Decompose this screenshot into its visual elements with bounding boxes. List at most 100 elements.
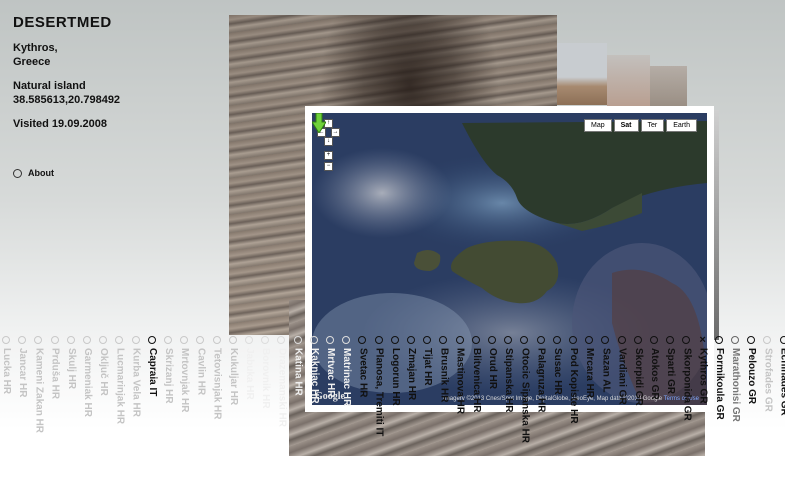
map-type-map-button[interactable]: Map [584,119,612,132]
location-list-item[interactable]: Cavlin HR [194,336,206,395]
location-name: Skorponida GR [681,348,693,421]
location-list-item[interactable]: Drazemanski HR [275,336,287,427]
circle-icon [439,336,448,344]
location-name: Svetac HR [357,348,369,398]
circle-icon [164,336,172,344]
location-list-item[interactable]: Pelouzo GR [745,336,757,404]
place-coordinates: 38.585613,20.798492 [13,94,121,106]
location-list-item[interactable]: Brusnik HR [437,336,449,402]
location-list-item[interactable]: Planosa, Tremiti IT [373,336,385,436]
location-list-item[interactable]: Kurba Vela HR [130,336,142,417]
location-list-item[interactable]: Blitvenica HR [470,336,482,412]
location-name: Kythros GR [697,348,709,404]
location-name: Lucmarinjak HR [114,348,126,425]
circle-icon [115,336,124,344]
location-list-item[interactable]: Strofades GR [761,336,773,412]
location-list-item[interactable]: Otocic Sipanska HR [518,336,530,443]
circle-icon [569,336,577,344]
location-name: Borovnik HR [260,348,272,409]
location-name: Cavlin HR [195,348,207,396]
circle-icon [601,336,610,344]
location-list-item[interactable]: Palagruza HR [535,336,547,412]
location-list-item[interactable]: Pod Kopiste HR [567,336,579,424]
location-list-item[interactable]: Skrizanj HR [162,336,174,404]
location-name: Matrinac HR [341,348,353,407]
location-name: Marathonisi GR [730,348,741,422]
circle-icon [180,336,189,344]
circle-icon [650,336,658,344]
circle-icon [277,336,286,344]
location-list-item[interactable]: Mrtovnjak HR [178,336,190,412]
location-list-item[interactable]: Borovnik HR [259,336,271,409]
location-list-item[interactable]: Mrcara HR [583,336,595,398]
circle-icon [261,336,270,344]
circle-icon [245,336,253,344]
location-list-item[interactable]: Skorpidi GR [632,336,644,406]
location-list-item[interactable]: Susac HR [551,336,563,395]
location-name: Tetovisnjak HR [211,348,223,420]
circle-icon [423,336,432,344]
location-list-item[interactable]: Kameni Zakan HR [32,336,44,433]
location-list-item[interactable]: Prduša HR [49,336,61,399]
location-name: Mrtovnjak HR [179,348,191,413]
map-type-ter-button[interactable]: Ter [640,119,665,132]
location-list-item[interactable]: Capraia IT [146,336,158,396]
zoom-out-button[interactable]: − [324,162,333,171]
location-list-item[interactable]: Katina HR [292,336,304,396]
location-list-item[interactable]: Atokos GR [648,336,660,400]
location-marker-icon[interactable] [312,113,326,133]
location-list-item[interactable]: Sazan AL [599,336,611,393]
place-name: Kythros, [13,42,58,54]
location-list-item[interactable]: Garmeniak HR [81,336,93,417]
pan-right-button[interactable]: → [331,128,340,137]
circle-icon [2,336,10,344]
pan-down-button[interactable]: ↓ [324,137,333,146]
location-list-item[interactable]: Logorun HR [389,336,401,406]
circle-icon [34,336,43,344]
about-link[interactable]: About [13,168,54,178]
location-list-item[interactable]: Zmajan HR [405,336,417,400]
location-name: Prduša HR [49,348,61,400]
location-list-item[interactable]: Mastinova HR [454,336,466,414]
circle-icon [731,336,739,344]
circle-icon [536,336,545,344]
location-list-item[interactable]: Matrinac HR [340,336,352,406]
zoom-in-button[interactable]: + [324,151,333,160]
location-list-item[interactable]: Tijat HR [421,336,433,386]
circle-icon [682,336,691,344]
location-list-item[interactable]: Mrtvac HR [324,336,336,397]
location-list-item[interactable]: Orud HR [486,336,498,389]
about-label: About [28,168,54,178]
location-list-item[interactable]: Jancar HR [16,336,28,397]
circle-icon [228,336,237,344]
location-list-item[interactable]: Svetac HR [356,336,368,397]
location-list-item[interactable]: Oključ HR [97,336,109,396]
location-name: Tijat HR [422,348,434,386]
location-info: DESERTMED Kythros, Greece Natural island… [13,14,120,131]
location-list-item[interactable]: Lucmarinjak HR [113,336,125,424]
circle-icon [99,336,108,344]
location-list-item[interactable]: Kaknjac HR [308,336,320,404]
site-title[interactable]: DESERTMED [13,14,120,31]
location-name: Garmeniak HR [82,348,93,417]
place-country: Greece [13,56,51,68]
map-type-earth-button[interactable]: Earth [666,119,697,132]
map-type-sat-button[interactable]: Sat [613,119,639,132]
location-list-item[interactable]: Skulj HR [65,336,77,389]
location-list-item[interactable]: Jabuka HR [243,336,255,400]
location-list-item[interactable]: Formikoula GR [713,336,725,420]
location-list-item[interactable]: × Kythros GR [697,335,709,404]
location-list-item[interactable]: Sparti GR [664,336,676,394]
circle-icon [763,336,772,344]
location-list-item[interactable]: Kukuljar HR [227,336,239,405]
location-name: Mrcara HR [584,348,596,399]
location-list-item[interactable]: Marathonisi GR [729,336,741,422]
location-name: Sparti GR [665,348,677,395]
location-list-item[interactable]: Lucka HR [0,336,12,394]
location-list-item[interactable]: Skorponida GR [680,336,692,421]
location-list-item[interactable]: Echinades GR [778,336,785,416]
location-list-item[interactable]: Tetovisnjak HR [211,336,223,420]
location-list-item[interactable]: Stipanska HR [502,336,514,412]
location-name: Kukuljar HR [227,348,239,406]
location-list-item[interactable]: Vardiani GR [616,336,628,405]
